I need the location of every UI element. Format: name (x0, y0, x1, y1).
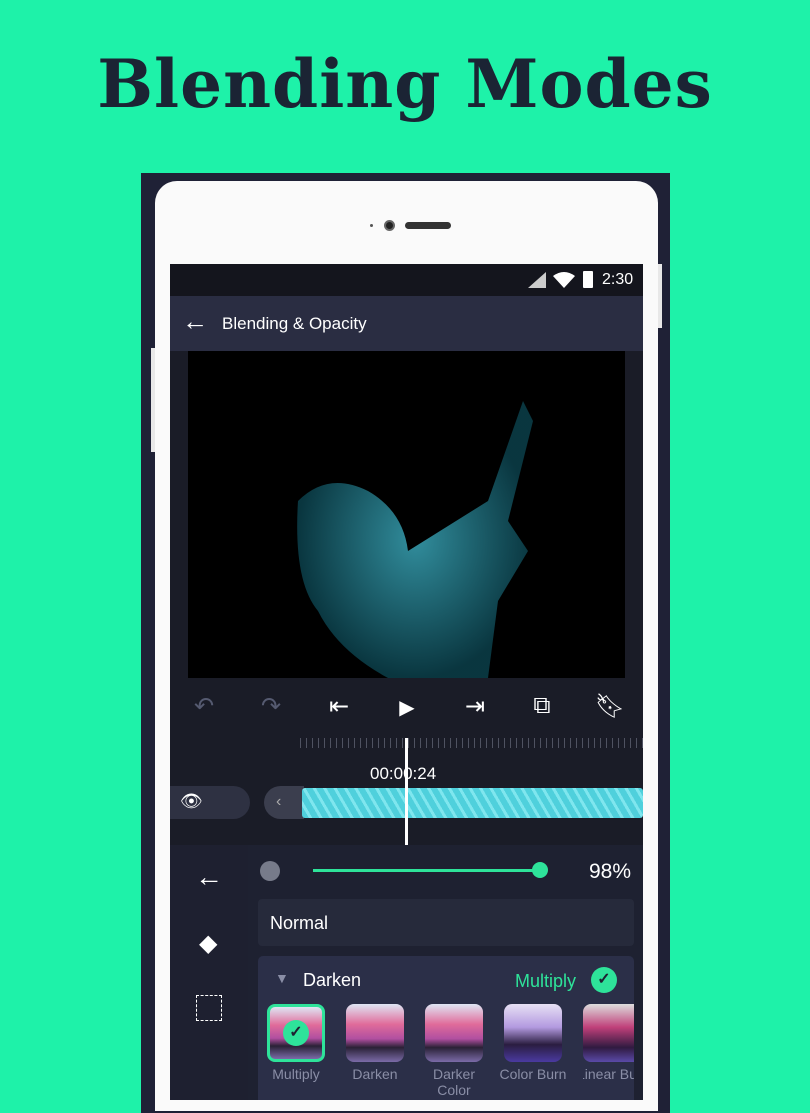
back-arrow-icon[interactable]: ← (195, 861, 223, 893)
mode-item-color-burn[interactable]: Color Burn (500, 1004, 573, 1082)
skip-start-icon[interactable]: ⇤ (319, 692, 359, 721)
mode-thumbnail (504, 1004, 562, 1062)
blend-mode-select[interactable]: Normal (258, 899, 634, 946)
blend-panel: 98% Normal ▼ Darken Multiply ✓ ✓ Multipl… (248, 845, 643, 1100)
opacity-slider-track[interactable] (313, 869, 541, 872)
app-bar: ← Blending & Opacity (170, 296, 643, 351)
mode-thumbnail (425, 1004, 483, 1062)
easing-curve-icon[interactable] (196, 995, 222, 1021)
status-bar: 2:30 (170, 264, 643, 296)
sensor-dot (370, 224, 373, 227)
check-icon: ✓ (591, 967, 617, 993)
camera-lens (384, 220, 395, 231)
opacity-value: 98% (589, 860, 632, 883)
preview-image (297, 401, 533, 678)
mode-thumbnail (346, 1004, 404, 1062)
duplicate-layer-icon[interactable]: ⧉ (522, 692, 562, 720)
collapse-triangle-icon[interactable]: ▼ (275, 970, 289, 986)
status-time: 2:30 (602, 271, 634, 288)
wifi-icon (553, 272, 575, 288)
blend-mode-value: Normal (270, 913, 329, 933)
eye-icon: 👁︎ (180, 791, 203, 811)
mode-thumbnail (583, 1004, 634, 1062)
video-preview[interactable] (188, 351, 625, 678)
mode-label: Darker Color (432, 1066, 475, 1098)
playhead[interactable] (405, 738, 408, 845)
play-icon[interactable]: ▶ (387, 695, 427, 720)
redo-icon[interactable]: ↷ (251, 692, 291, 721)
speaker-grille (405, 222, 451, 229)
keyframe-add-icon[interactable]: ◆ (199, 929, 217, 958)
opacity-slider-thumb[interactable] (532, 862, 548, 878)
phone-side-button (151, 348, 155, 452)
bookmark-add-icon[interactable]: 🔖︎ (590, 692, 630, 721)
back-arrow-icon[interactable]: ← (182, 308, 208, 334)
check-icon: ✓ (283, 1020, 309, 1046)
page-headline: Blending Modes (97, 45, 713, 123)
mode-item-multiply[interactable]: ✓ Multiply (267, 1004, 336, 1082)
undo-icon[interactable]: ↶ (184, 692, 224, 721)
mode-item-darker-color[interactable]: Darker Color (425, 1004, 483, 1098)
mode-label: Darken (352, 1066, 398, 1082)
timeline-ruler[interactable] (300, 738, 643, 748)
mode-item-darken[interactable]: Darken (346, 1004, 415, 1082)
mode-label: Linear Bu (583, 1066, 634, 1082)
mode-label: Color Burn (499, 1066, 567, 1082)
layer-visibility-toggle[interactable]: 👁︎ (170, 786, 250, 819)
skip-end-icon[interactable]: ⇥ (455, 692, 495, 721)
playback-controls: ↶ ↷ ⇤ ▶ ⇥ ⧉ 🔖︎ 00:00:24 👁︎ ‹ (170, 678, 643, 845)
signal-icon (528, 272, 546, 288)
mode-label: Multiply (272, 1066, 320, 1082)
trim-handle[interactable]: ‹ (264, 786, 304, 819)
group-selected-mode: Multiply (515, 971, 577, 991)
mode-item-linear-burn[interactable]: Linear Bu (583, 1004, 634, 1082)
clip-strip[interactable] (302, 788, 643, 818)
screen-title: Blending & Opacity (222, 314, 367, 333)
blend-group-darken: ▼ Darken Multiply ✓ ✓ Multiply Darken Da… (258, 956, 634, 1100)
phone-side-button (658, 264, 662, 328)
app-screen: 2:30 ← Blending & Opacity ↶ ↷ ⇤ ▶ ⇥ ⧉ 🔖︎… (170, 264, 643, 1100)
tool-sidebar: ← ◆ (170, 845, 248, 1100)
group-title[interactable]: Darken (303, 970, 361, 991)
timecode: 00:00:24 (370, 764, 437, 783)
opacity-icon (260, 861, 280, 881)
battery-icon (583, 271, 593, 288)
